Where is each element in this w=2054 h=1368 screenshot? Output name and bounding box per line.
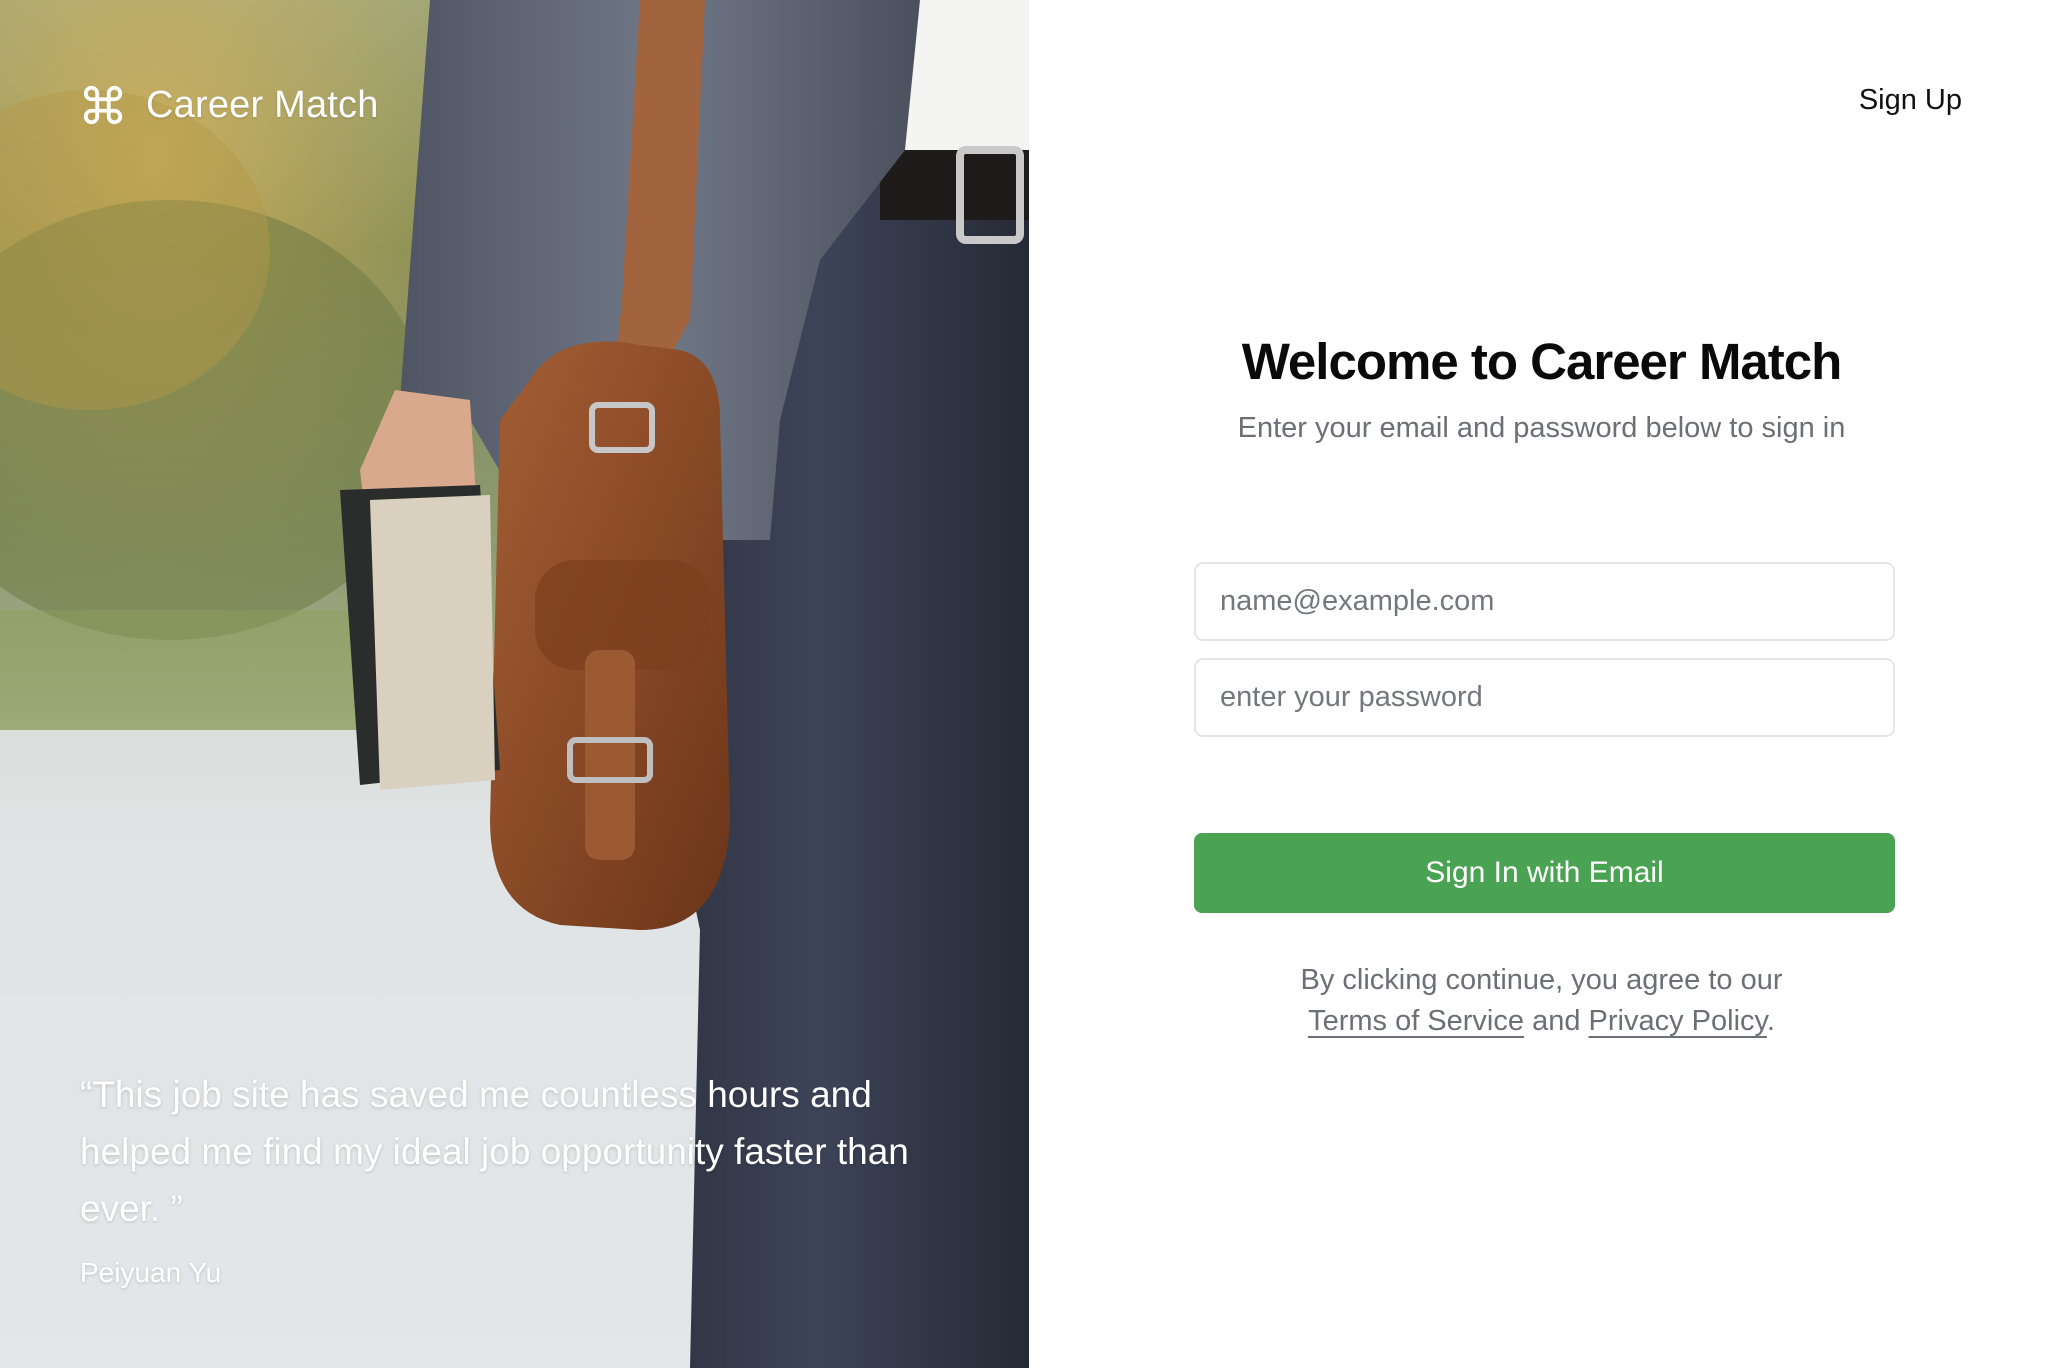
password-input[interactable] <box>1194 658 1895 737</box>
login-page: Career Match “This job site has saved me… <box>0 0 2054 1368</box>
sign-in-form-area: Welcome to Career Match Enter your email… <box>1029 0 2054 1368</box>
privacy-policy-link[interactable]: Privacy Policy <box>1589 1005 1767 1037</box>
legal-and: and <box>1532 1005 1581 1037</box>
command-icon <box>83 85 123 125</box>
legal-prefix: By clicking continue, you agree to our <box>1300 964 1783 996</box>
page-subtitle: Enter your email and password below to s… <box>1237 412 1846 444</box>
testimonial-quote: “This job site has saved me countless ho… <box>80 1074 909 1229</box>
testimonial: “This job site has saved me countless ho… <box>80 1066 940 1289</box>
page-title: Welcome to Career Match <box>1241 333 1843 390</box>
sign-in-with-email-button[interactable]: Sign In with Email <box>1194 833 1895 913</box>
legal-suffix: . <box>1766 1005 1775 1037</box>
legal-notice: By clicking continue, you agree to our T… <box>1029 960 2054 1042</box>
email-input[interactable] <box>1194 562 1895 641</box>
brand-name: Career Match <box>146 83 379 126</box>
testimonial-author: Peiyuan Yu <box>80 1257 222 1288</box>
terms-of-service-link[interactable]: Terms of Service <box>1308 1005 1524 1037</box>
hero-panel: Career Match “This job site has saved me… <box>0 0 1029 1368</box>
brand[interactable]: Career Match <box>80 82 379 128</box>
